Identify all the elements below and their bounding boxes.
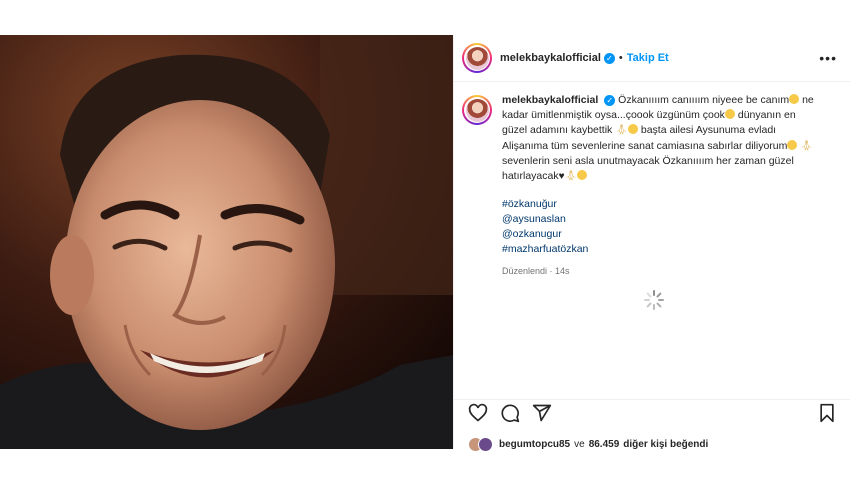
caption-avatar[interactable] xyxy=(462,95,492,125)
liker-avatar xyxy=(478,437,493,452)
separator-dot: • xyxy=(618,52,623,64)
praying-hands-icon: 🙏︎ xyxy=(800,140,813,152)
likes-count[interactable]: 86.459 xyxy=(589,439,620,450)
hashtag-link[interactable]: #özkanuğur xyxy=(502,197,820,212)
sad-face-icon xyxy=(724,109,735,120)
sad-face-icon xyxy=(577,170,588,181)
save-bookmark-icon[interactable] xyxy=(817,403,837,423)
like-icon[interactable] xyxy=(468,403,488,423)
hashtag-list: #özkanuğur @aysunaslan @ozkanugur #mazha… xyxy=(502,197,820,257)
sad-face-icon xyxy=(627,124,638,135)
praying-hands-icon: 🙏︎ xyxy=(564,171,578,183)
mention-link[interactable]: @aysunaslan xyxy=(502,212,820,227)
comment-icon[interactable] xyxy=(500,403,520,423)
mention-link[interactable]: @ozkanugur xyxy=(502,227,820,242)
likes-connector: ve xyxy=(574,439,585,450)
caption-text-1: Özkanıııım canıııım niyeee be canım xyxy=(618,94,790,106)
post-photo xyxy=(0,35,453,449)
follow-button[interactable]: Takip Et xyxy=(627,52,669,64)
caption-text-5: sevenlerin seni asla unutmayacak Özkanıı… xyxy=(502,154,794,183)
caption-body: melekbaykalofficial ✓ Özkanıııım canıııı… xyxy=(502,93,820,279)
caption: melekbaykalofficial ✓ Özkanıııım canıııı… xyxy=(462,93,837,279)
liker-username[interactable]: begumtopcu85 xyxy=(499,439,570,450)
hashtag-link[interactable]: #mazharfuatözkan xyxy=(502,242,820,257)
post-side-panel: melekbaykalofficial ✓ • Takip Et ••• mel… xyxy=(453,35,850,452)
likes-summary: begumtopcu85 ve 86.459 diğer kişi beğend… xyxy=(468,437,708,452)
share-icon[interactable] xyxy=(532,403,552,423)
loading-spinner-icon xyxy=(644,290,664,310)
post-image[interactable] xyxy=(0,35,453,449)
edited-timestamp: Düzenlendi · 14s xyxy=(502,266,570,277)
author-username[interactable]: melekbaykalofficial xyxy=(500,52,601,64)
sad-face-icon xyxy=(789,94,800,104)
praying-hands-icon: 🙏︎ xyxy=(615,125,628,137)
author-avatar[interactable] xyxy=(462,43,492,73)
verified-badge-icon: ✓ xyxy=(603,52,615,64)
verified-badge-icon: ✓ xyxy=(604,94,616,106)
caption-username[interactable]: melekbaykalofficial xyxy=(502,94,598,106)
sad-face-icon xyxy=(787,139,798,150)
likes-suffix[interactable]: diğer kişi beğendi xyxy=(623,439,708,450)
more-options-icon[interactable]: ••• xyxy=(819,50,837,66)
post-header: melekbaykalofficial ✓ • Takip Et ••• xyxy=(454,35,850,82)
